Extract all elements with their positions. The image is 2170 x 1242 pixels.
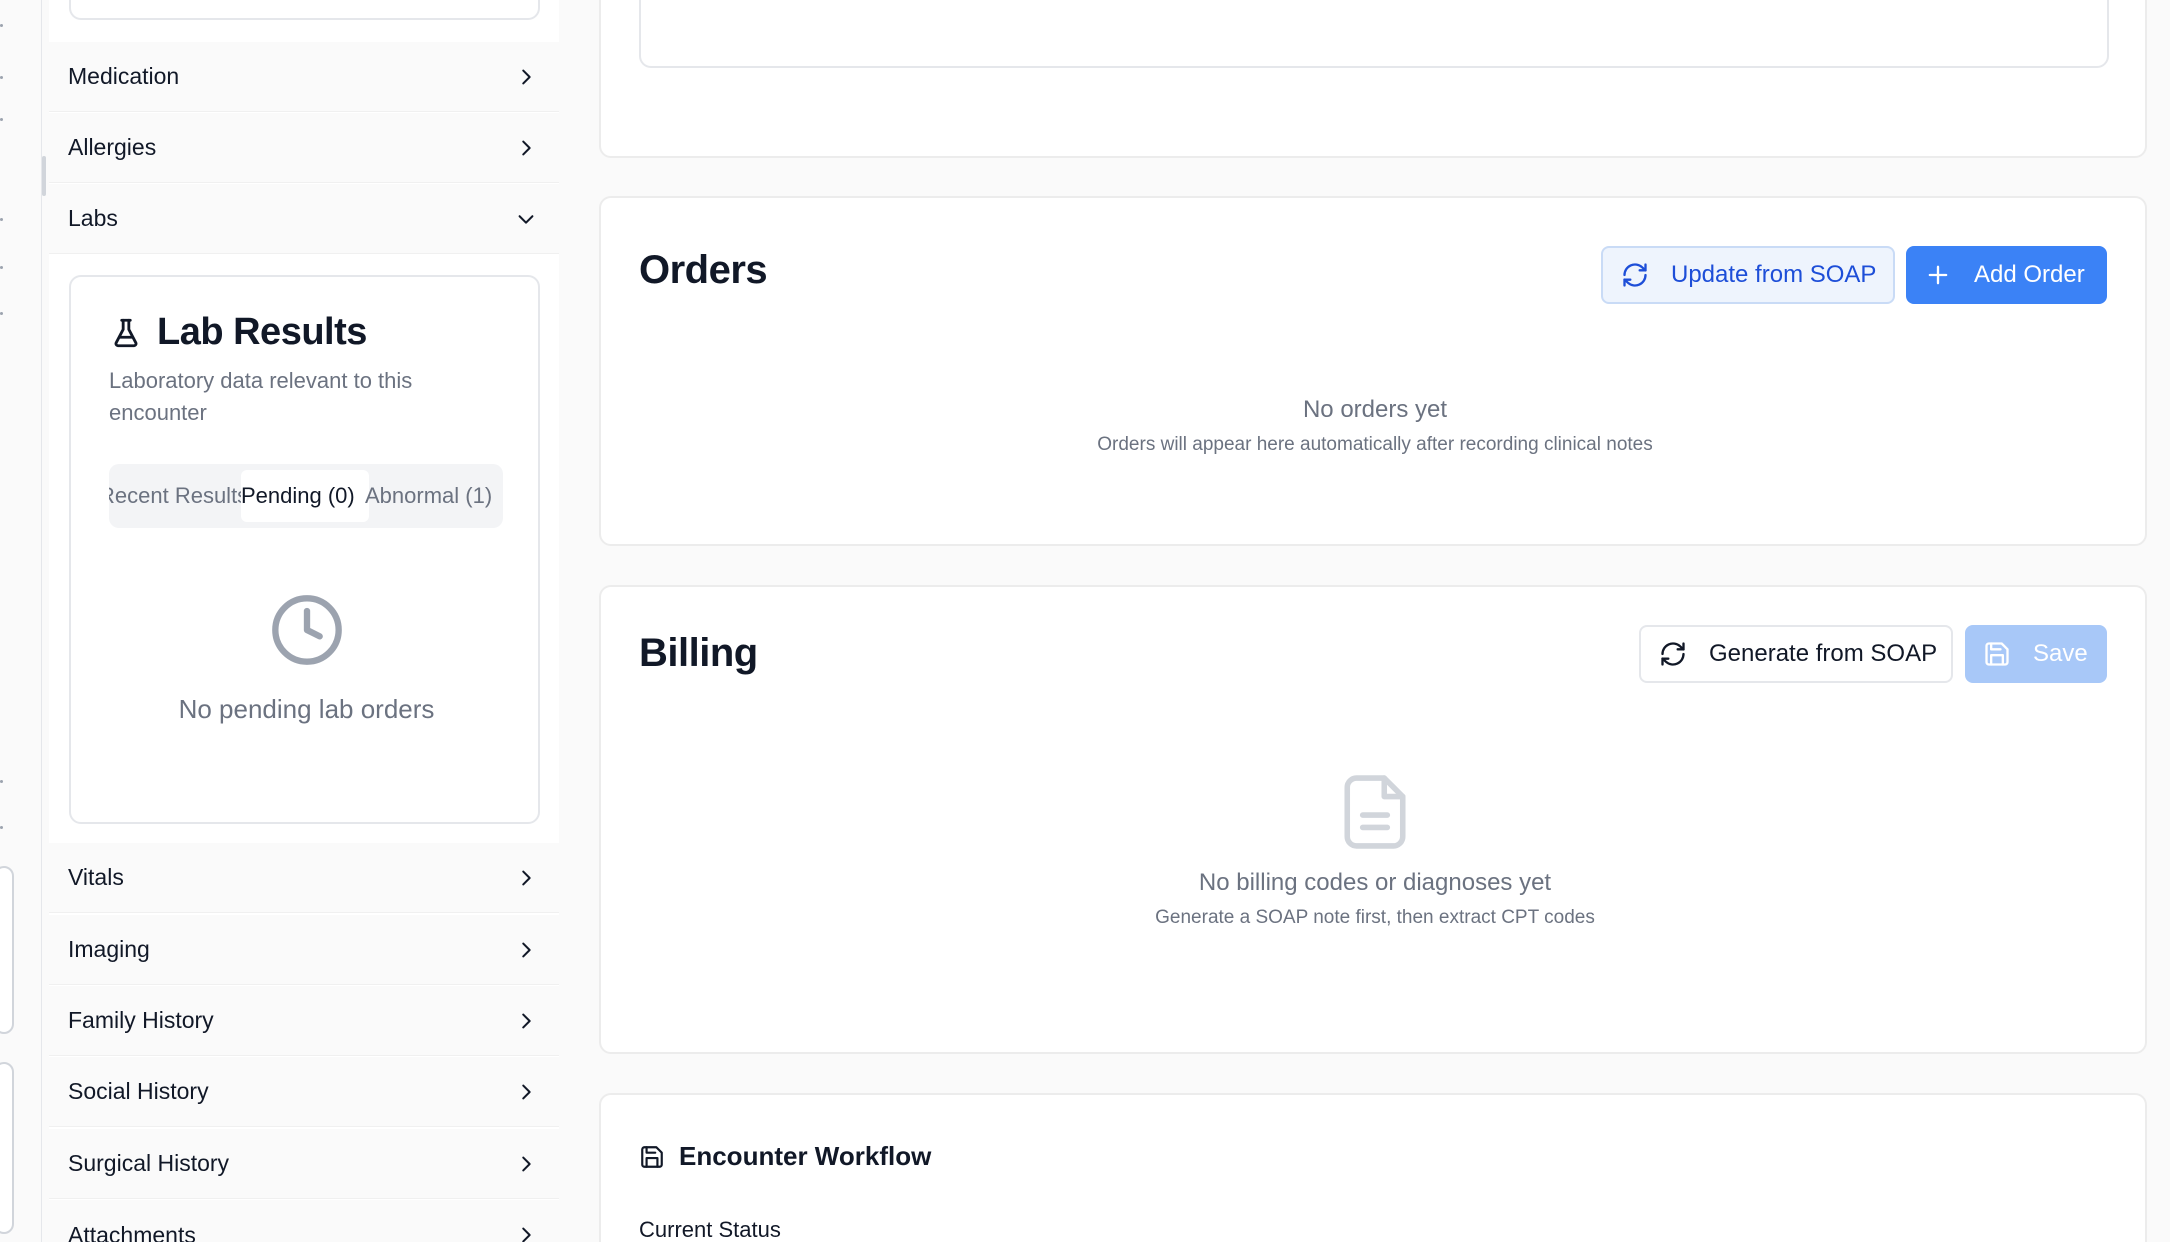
sidebar-item-vitals[interactable]: Vitals	[49, 843, 559, 913]
billing-empty-title: No billing codes or diagnoses yet	[1198, 869, 1552, 896]
chevron-right-icon	[515, 867, 537, 889]
sidebar-item-label: Vitals	[68, 864, 124, 890]
encounter-workflow-title: Encounter Workflow	[639, 1141, 931, 1172]
lab-results-subtitle: Laboratory data relevant to this encount…	[109, 368, 413, 425]
sidebar-item-imaging[interactable]: Imaging	[49, 915, 559, 985]
sidebar-item-label: Imaging	[68, 936, 150, 962]
sidebar-scrollbar[interactable]	[42, 156, 46, 196]
sidebar-item-label: Social History	[68, 1078, 209, 1104]
rail-marker	[0, 312, 3, 315]
refresh-icon	[1661, 642, 1685, 666]
chevron-right-icon	[515, 1081, 537, 1103]
chevron-right-icon	[515, 1153, 537, 1175]
previous-section-card	[599, 0, 2147, 158]
lab-results-title: Lab Results	[109, 311, 367, 354]
chevron-right-icon	[515, 1224, 537, 1242]
orders-title: Orders	[639, 248, 768, 292]
sidebar-item-attachments[interactable]: Attachments	[49, 1200, 559, 1242]
sidebar-item-surgical-history[interactable]: Surgical History	[49, 1129, 559, 1199]
lab-empty-state: No pending lab orders	[71, 592, 542, 725]
document-icon	[1344, 775, 1406, 849]
rail-panel-fragment	[0, 1062, 14, 1234]
rail-marker	[0, 266, 3, 269]
update-from-soap-button[interactable]: Update from SOAP	[1601, 246, 1895, 304]
sidebar-item-family-history[interactable]: Family History	[49, 986, 559, 1056]
sidebar-item-label: Attachments	[68, 1222, 196, 1242]
plus-icon	[1928, 265, 1948, 285]
billing-empty-subtitle: Generate a SOAP note first, then extract…	[1155, 907, 1595, 928]
rail-marker	[0, 218, 3, 221]
sidebar-card-fragment	[69, 0, 540, 20]
chevron-right-icon	[515, 1010, 537, 1032]
rail-marker	[0, 76, 3, 79]
chevron-right-icon	[515, 137, 537, 159]
sidebar-item-medication[interactable]: Medication	[49, 42, 559, 112]
save-icon	[641, 1145, 663, 1168]
lab-results-tabs: Recent Results Pending (0) Abnormal (1)	[109, 464, 503, 528]
sidebar-item-allergies[interactable]: Allergies	[49, 113, 559, 183]
collapsed-left-rail	[0, 0, 46, 1242]
flask-icon	[114, 318, 138, 347]
lab-empty-text: No pending lab orders	[178, 694, 435, 724]
generate-from-soap-button[interactable]: Generate from SOAP	[1639, 625, 1953, 683]
chevron-down-icon	[515, 208, 537, 230]
billing-empty-state: No billing codes or diagnoses yet Genera…	[601, 775, 2149, 929]
encounter-workflow-card: Encounter Workflow Current Status	[599, 1093, 2147, 1242]
orders-empty-state: No orders yet Orders will appear here au…	[601, 396, 2149, 456]
sidebar-item-social-history[interactable]: Social History	[49, 1057, 559, 1127]
billing-title: Billing	[639, 631, 758, 675]
current-status-label: Current Status	[639, 1217, 781, 1242]
tab-pending[interactable]: Pending (0)	[241, 470, 369, 522]
tab-abnormal[interactable]: Abnormal (1)	[365, 470, 503, 522]
sidebar-item-labs[interactable]: Labs	[49, 184, 559, 254]
sidebar-item-label: Family History	[68, 1007, 214, 1033]
rail-marker	[0, 24, 3, 27]
orders-empty-title: No orders yet	[1302, 396, 1448, 423]
sidebar-item-label: Surgical History	[68, 1150, 230, 1176]
sidebar-item-label: Labs	[68, 205, 118, 231]
orders-card: Orders Update from SOAP Add Order No ord…	[599, 196, 2147, 546]
text-area-fragment[interactable]	[639, 0, 2109, 68]
save-button[interactable]: Save	[1965, 625, 2107, 683]
tab-recent-results[interactable]: Recent Results	[109, 470, 241, 522]
clinical-sidebar: Medication Allergies Labs Lab Results La…	[49, 0, 559, 1242]
refresh-icon	[1623, 263, 1647, 287]
chevron-right-icon	[515, 939, 537, 961]
rail-panel-fragment	[0, 866, 14, 1034]
rail-marker	[0, 780, 3, 783]
chevron-right-icon	[515, 66, 537, 88]
clock-icon	[271, 595, 342, 665]
sidebar-item-label: Allergies	[68, 134, 157, 160]
lab-results-card: Lab Results Laboratory data relevant to …	[69, 275, 540, 824]
save-icon	[1985, 642, 2009, 666]
orders-empty-subtitle: Orders will appear here automatically af…	[1097, 434, 1653, 455]
rail-marker	[0, 826, 3, 829]
add-order-button[interactable]: Add Order	[1906, 246, 2107, 304]
rail-marker	[0, 118, 3, 121]
sidebar-item-label: Medication	[68, 63, 180, 89]
billing-card: Billing Generate from SOAP Save No billi…	[599, 585, 2147, 1054]
